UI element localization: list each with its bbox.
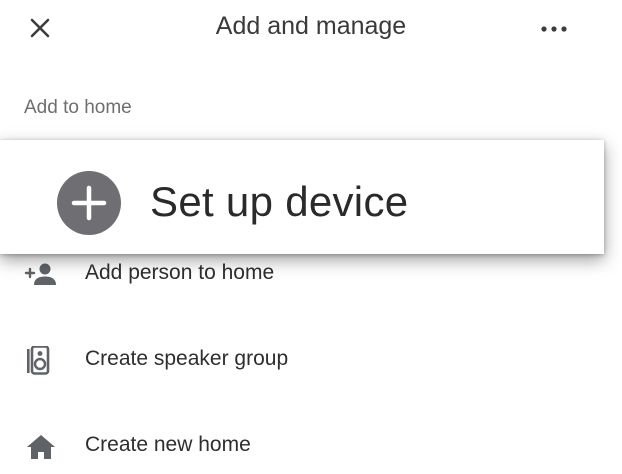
plus-circle-icon	[57, 171, 121, 235]
section-heading-add-to-home: Add to home	[24, 97, 132, 118]
home-icon	[27, 435, 55, 459]
add-person-icon	[24, 263, 56, 285]
more-options-button[interactable]	[536, 18, 572, 40]
create-new-home-item[interactable]: Create new home	[0, 418, 622, 474]
create-new-home-label: Create new home	[85, 433, 251, 456]
create-speaker-group-label: Create speaker group	[85, 347, 289, 370]
set-up-device-label: Set up device	[150, 178, 409, 225]
add-person-to-home-item[interactable]: Add person to home	[0, 246, 622, 302]
set-up-device-item[interactable]: Set up device	[0, 140, 604, 254]
page-title: Add and manage	[215, 12, 407, 40]
add-person-to-home-label: Add person to home	[85, 261, 275, 284]
create-speaker-group-item[interactable]: Create speaker group	[0, 332, 622, 388]
speaker-icon	[27, 346, 50, 375]
top-app-bar: Add and manage	[0, 0, 622, 56]
more-horizontal-icon	[541, 26, 567, 32]
